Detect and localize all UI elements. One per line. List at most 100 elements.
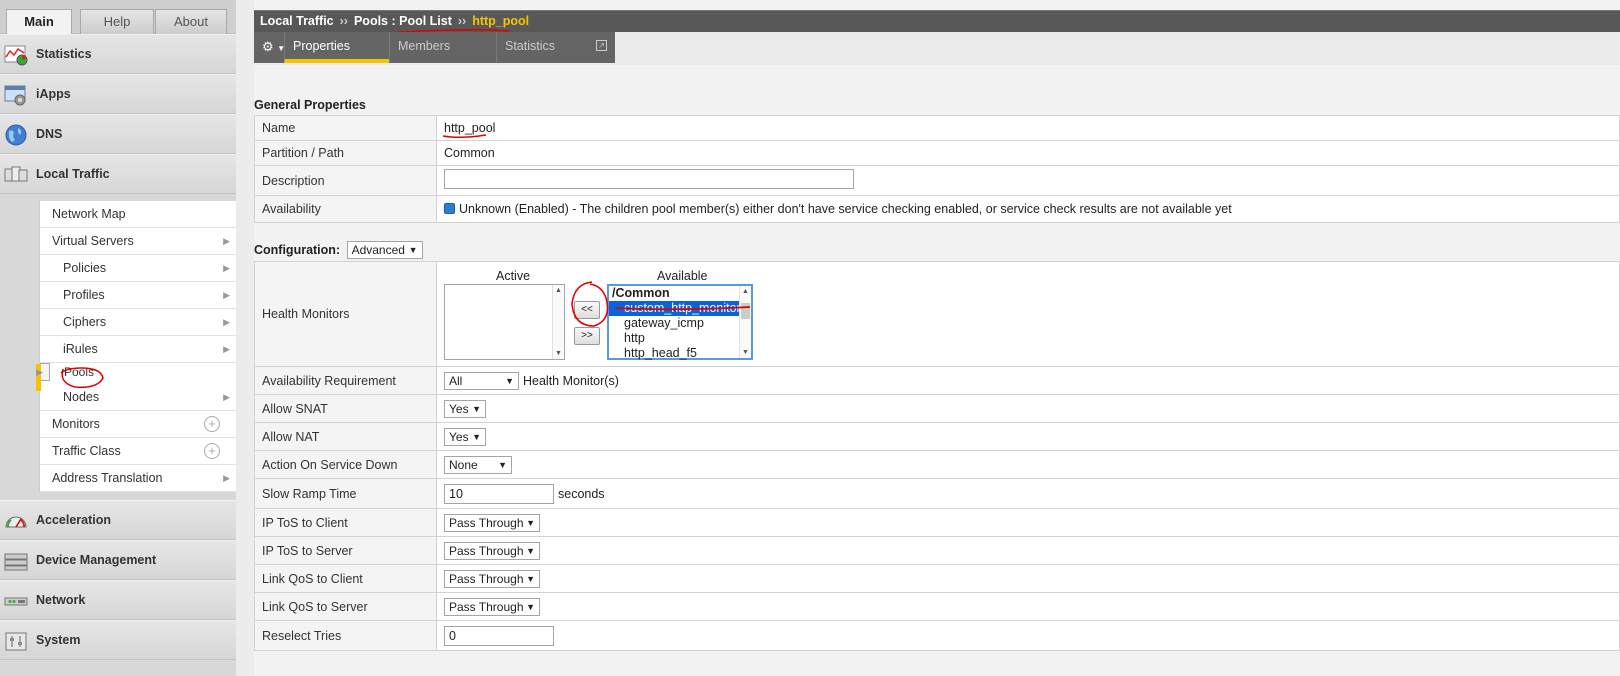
add-icon[interactable]: + — [204, 416, 220, 432]
sidebar-item-policies[interactable]: Policies ▶ — [40, 255, 236, 282]
sidebar-item-nodes[interactable]: Nodes ▶ — [40, 384, 236, 411]
available-monitors-list[interactable]: /Common custom_http_monitor gateway_icmp… — [607, 284, 753, 360]
partition-value: Common — [436, 140, 1620, 166]
annotation-circle — [571, 281, 609, 327]
sidebar-item-label: Monitors — [52, 417, 100, 431]
dropdown-arrow-icon: ▼ — [526, 573, 535, 584]
config-row-label: Allow NAT — [254, 422, 437, 451]
config-row: Allow SNAT Yes ▼ — [254, 394, 1620, 423]
nav-category-label: Local Traffic — [36, 167, 110, 181]
sidebar-item-traffic-class[interactable]: Traffic Class + — [40, 438, 236, 465]
active-header: Active — [496, 269, 531, 283]
config-row: Availability Requirement All ▼ Health Monit… — [254, 366, 1620, 395]
nav-category-label: Acceleration — [36, 513, 112, 527]
config-suffix: Health Monitor(s) — [523, 373, 619, 388]
nav-category-label: DNS — [36, 127, 63, 141]
sidebar-item-pools[interactable]: Pools ▶ — [36, 363, 104, 391]
tab-properties[interactable]: Properties — [284, 32, 389, 63]
configuration-mode-value: Advanced — [351, 243, 405, 257]
nav-category-system[interactable]: System — [0, 620, 236, 660]
dropdown-arrow-icon: ▼ — [505, 375, 514, 386]
config-select[interactable]: Pass Through ▼ — [444, 541, 540, 560]
nav-category-device-management[interactable]: Device Management — [0, 540, 236, 580]
nav-category-iapps[interactable]: iApps — [0, 74, 236, 114]
config-select[interactable]: Yes ▼ — [444, 427, 486, 446]
row-name: Name http_pool — [254, 115, 1620, 141]
configuration-mode-select[interactable]: Advanced ▼ — [346, 241, 423, 259]
config-row-label: Reselect Tries — [254, 620, 437, 651]
available-list-scrollbar[interactable]: ▲ ▼ — [739, 286, 751, 358]
breadcrumb-local-traffic[interactable]: Local Traffic — [260, 14, 334, 28]
sidebar-item-label: iRules — [63, 342, 98, 356]
sidebar-item-irules[interactable]: iRules ▶ — [40, 336, 236, 363]
config-select[interactable]: Pass Through ▼ — [444, 569, 540, 588]
config-input[interactable]: 0 — [444, 625, 554, 646]
chevron-right-icon: ▶ — [223, 392, 230, 402]
config-select[interactable]: Yes ▼ — [444, 399, 486, 418]
config-row-label: IP ToS to Server — [254, 536, 437, 565]
dropdown-arrow-icon: ▼ — [526, 601, 535, 612]
nav-category-label: System — [36, 633, 81, 647]
tab-about[interactable]: About — [155, 9, 227, 34]
availability-value: Unknown (Enabled) - The children pool me… — [459, 202, 1232, 216]
description-input[interactable] — [444, 169, 854, 189]
sidebar-item-network-map[interactable]: Network Map — [40, 201, 236, 228]
sidebar-item-address-translation[interactable]: Address Translation ▶ — [40, 465, 236, 492]
available-option[interactable]: http_head_f5 — [624, 346, 697, 360]
chevron-right-icon: ▶ — [223, 236, 230, 246]
annotation-underline — [615, 306, 751, 311]
breadcrumb-pool-list[interactable]: Pools : Pool List — [354, 14, 452, 28]
tab-statistics[interactable]: Statistics ↗ — [496, 32, 615, 63]
nav-category-acceleration[interactable]: Acceleration — [0, 500, 236, 540]
config-row: Link QoS to Client Pass Through ▼ — [254, 564, 1620, 593]
config-row: IP ToS to Client Pass Through ▼ — [254, 508, 1620, 537]
row-description: Description — [254, 165, 1620, 196]
active-monitors-list[interactable]: ▲ ▼ — [444, 284, 565, 360]
config-select-value: Pass Through — [449, 515, 524, 530]
add-icon[interactable]: + — [204, 443, 220, 459]
sidebar-item-label: Address Translation — [52, 471, 163, 485]
general-properties-table: Name http_pool Partition / Path Common D… — [254, 115, 1620, 223]
tab-help[interactable]: Help — [80, 9, 154, 34]
config-row: Link QoS to Server Pass Through ▼ — [254, 592, 1620, 621]
popout-icon[interactable]: ↗ — [596, 40, 607, 51]
sidebar-item-label: Traffic Class — [52, 444, 121, 458]
sidebar-item-monitors[interactable]: Monitors + — [40, 411, 236, 438]
config-input[interactable]: 10 — [444, 483, 554, 504]
sidebar-item-virtual-servers[interactable]: Virtual Servers ▶ — [40, 228, 236, 255]
config-row-label: Link QoS to Server — [254, 592, 437, 621]
nav-category-label: Network — [36, 593, 86, 607]
config-select[interactable]: All ▼ — [444, 371, 519, 390]
name-label: Name — [254, 115, 437, 141]
tab-members[interactable]: Members — [389, 32, 496, 63]
row-availability: Availability Unknown (Enabled) - The chi… — [254, 195, 1620, 223]
sidebar-item-label: Profiles — [63, 288, 105, 302]
dropdown-arrow-icon: ▼ — [472, 403, 481, 414]
available-option[interactable]: gateway_icmp — [624, 316, 704, 330]
sidebar-item-label: Nodes — [63, 390, 100, 404]
dropdown-arrow-icon: ▼ — [498, 459, 507, 470]
config-row: Allow NAT Yes ▼ — [254, 422, 1620, 451]
available-option[interactable]: http — [624, 331, 645, 345]
nav-category-dns[interactable]: DNS — [0, 114, 236, 154]
sidebar-item-label: Policies — [63, 261, 107, 275]
configuration-table: Health Monitors Active Available ▲ ▼ << >… — [254, 261, 1620, 651]
config-select-value: Pass Through — [449, 571, 524, 586]
config-select[interactable]: Pass Through ▼ — [444, 513, 540, 532]
config-row: Reselect Tries 0 — [254, 620, 1620, 651]
breadcrumb-current: http_pool — [472, 14, 530, 28]
sidebar-item-profiles[interactable]: Profiles ▶ — [40, 282, 236, 309]
tab-main[interactable]: Main — [6, 9, 72, 35]
sidebar-item-ciphers[interactable]: Ciphers ▶ — [40, 309, 236, 336]
left-navigation: Main Help About Statistics iApps DNS Loc… — [0, 0, 236, 676]
config-row-label: IP ToS to Client — [254, 508, 437, 537]
dropdown-arrow-icon: ▼ — [526, 545, 535, 556]
config-select[interactable]: None ▼ — [444, 455, 512, 474]
nav-category-local-traffic[interactable]: Local Traffic — [0, 154, 236, 194]
config-select[interactable]: Pass Through ▼ — [444, 597, 540, 616]
nav-category-statistics[interactable]: Statistics — [0, 34, 236, 74]
config-row-label: Availability Requirement — [254, 366, 437, 395]
nav-category-network[interactable]: Network — [0, 580, 236, 620]
chevron-right-icon: ▶ — [223, 263, 230, 273]
server-icon — [4, 553, 28, 571]
